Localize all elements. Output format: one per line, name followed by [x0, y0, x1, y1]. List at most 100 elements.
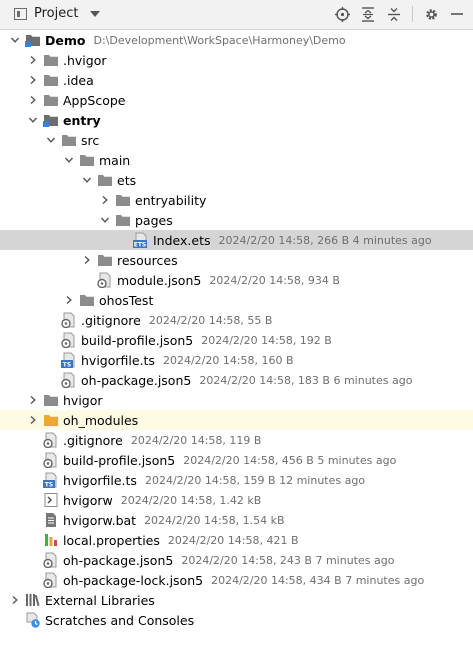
config-file-icon	[61, 312, 77, 328]
tree-item-label: pages	[135, 212, 173, 228]
chevron-right-icon[interactable]	[26, 410, 40, 430]
json-file-icon	[43, 452, 59, 468]
tree-row[interactable]: ohosTest	[0, 290, 473, 310]
tree-item-meta: 2024/2/20 14:58, 456 B 5 minutes ago	[183, 453, 397, 467]
tree-row[interactable]: Scratches and Consoles	[0, 610, 473, 630]
folder-icon	[43, 52, 59, 68]
config-file-icon	[43, 432, 59, 448]
tree-item-label: entry	[63, 112, 101, 128]
tree-row[interactable]: TS hvigorfile.ts 2024/2/20 14:58, 159 B 12…	[0, 470, 473, 490]
chevron-right-icon[interactable]	[26, 70, 40, 90]
tree-item-meta: 2024/2/20 14:58, 55 B	[148, 313, 273, 327]
excluded-folder-icon	[43, 412, 59, 428]
tree-item-label: local.properties	[63, 532, 160, 548]
tree-row[interactable]: .gitignore 2024/2/20 14:58, 55 B	[0, 310, 473, 330]
tree-item-label: main	[99, 152, 131, 168]
hide-icon[interactable]	[449, 5, 465, 23]
tree-row[interactable]: TS hvigorfile.ts 2024/2/20 14:58, 160 B	[0, 350, 473, 370]
tree-item-meta: 2024/2/20 14:58, 1.42 kB	[120, 493, 262, 507]
locate-icon[interactable]	[334, 5, 350, 23]
tree-item-label: module.json5	[117, 272, 202, 288]
tree-row[interactable]: ets	[0, 170, 473, 190]
tree-row[interactable]: hvigor	[0, 390, 473, 410]
project-toolbar: Project	[0, 0, 473, 30]
folder-icon	[43, 392, 59, 408]
folder-icon	[115, 212, 131, 228]
tree-row[interactable]: main	[0, 150, 473, 170]
chevron-down-icon[interactable]	[44, 130, 58, 150]
chevron-down-icon[interactable]	[90, 10, 101, 17]
chevron-right-icon[interactable]	[62, 290, 76, 310]
folder-icon	[115, 192, 131, 208]
json-file-icon	[97, 272, 113, 288]
tree-item-label: build-profile.json5	[63, 452, 176, 468]
tree-row[interactable]: pages	[0, 210, 473, 230]
tree-item-label: entryability	[135, 192, 207, 208]
tree-row[interactable]: External Libraries	[0, 590, 473, 610]
folder-icon	[43, 92, 59, 108]
tree-row[interactable]: oh-package.json5 2024/2/20 14:58, 243 B 7…	[0, 550, 473, 570]
shell-file-icon	[43, 492, 59, 508]
expand-all-icon[interactable]	[360, 5, 376, 23]
tree-row[interactable]: build-profile.json5 2024/2/20 14:58, 456 …	[0, 450, 473, 470]
tree-row[interactable]: local.properties 2024/2/20 14:58, 421 B	[0, 530, 473, 550]
tree-item-label: src	[81, 132, 100, 148]
chevron-down-icon[interactable]	[80, 170, 94, 190]
settings-icon[interactable]	[423, 5, 439, 23]
tree-item-label: hvigor	[63, 392, 103, 408]
chevron-right-icon[interactable]	[98, 190, 112, 210]
tree-row[interactable]: hvigorw.bat 2024/2/20 14:58, 1.54 kB	[0, 510, 473, 530]
tree-row[interactable]: .gitignore 2024/2/20 14:58, 119 B	[0, 430, 473, 450]
tree-item-meta: 2024/2/20 14:58, 934 B	[209, 273, 340, 287]
folder-icon	[61, 132, 77, 148]
chevron-right-icon[interactable]	[80, 250, 94, 270]
chevron-right-icon[interactable]	[26, 90, 40, 110]
tree-row[interactable]: build-profile.json5 2024/2/20 14:58, 192 …	[0, 330, 473, 350]
tree-item-label: hvigorfile.ts	[63, 472, 137, 488]
tree-item-label: resources	[117, 252, 178, 268]
tree-item-label: Scratches and Consoles	[45, 612, 195, 628]
tree-row[interactable]: entry	[0, 110, 473, 130]
tree-row[interactable]: entryability	[0, 190, 473, 210]
tree-item-meta: D:\Development\WorkSpace\Harmoney\Demo	[93, 33, 346, 47]
chevron-down-icon[interactable]	[98, 210, 112, 230]
tree-item-label: .idea	[63, 72, 94, 88]
json-file-icon	[43, 552, 59, 568]
json-file-icon	[61, 372, 77, 388]
tree-row[interactable]: resources	[0, 250, 473, 270]
tree-row[interactable]: oh_modules	[0, 410, 473, 430]
tree-item-label: oh_modules	[63, 412, 139, 428]
tree-row[interactable]: .hvigor	[0, 50, 473, 70]
folder-icon	[79, 292, 95, 308]
tree-item-meta: 2024/2/20 14:58, 243 B 7 minutes ago	[181, 553, 395, 567]
folder-icon	[97, 172, 113, 188]
tree-row[interactable]: Demo D:\Development\WorkSpace\Harmoney\De…	[0, 30, 473, 50]
chevron-right-icon[interactable]	[26, 390, 40, 410]
chevron-down-icon[interactable]	[62, 150, 76, 170]
tree-row[interactable]: hvigorw 2024/2/20 14:58, 1.42 kB	[0, 490, 473, 510]
svg-text:ETS: ETS	[134, 242, 147, 249]
tree-item-label: ohosTest	[99, 292, 154, 308]
tree-item-meta: 2024/2/20 14:58, 159 B 12 minutes ago	[144, 473, 366, 487]
tree-item-label: hvigorw	[63, 492, 113, 508]
tree-row[interactable]: module.json5 2024/2/20 14:58, 934 B	[0, 270, 473, 290]
chevron-down-icon[interactable]	[26, 110, 40, 130]
tree-row[interactable]: ETS Index.ets 2024/2/20 14:58, 266 B 4 min…	[0, 230, 473, 250]
chevron-right-icon[interactable]	[26, 50, 40, 70]
ets-file-icon: ETS	[133, 232, 149, 248]
chevron-right-icon[interactable]	[8, 590, 22, 610]
project-view-selector[interactable]: Project	[14, 6, 101, 21]
tree-item-label: .hvigor	[63, 52, 107, 68]
tree-row[interactable]: .idea	[0, 70, 473, 90]
module-folder-icon	[43, 112, 59, 128]
chevron-down-icon[interactable]	[8, 30, 22, 50]
libraries-icon	[25, 592, 41, 608]
tree-row[interactable]: oh-package-lock.json5 2024/2/20 14:58, 43…	[0, 570, 473, 590]
tree-item-label: External Libraries	[45, 592, 155, 608]
tree-row[interactable]: oh-package.json5 2024/2/20 14:58, 183 B 6…	[0, 370, 473, 390]
toolbar-actions	[334, 5, 465, 23]
tree-row[interactable]: src	[0, 130, 473, 150]
tree-row[interactable]: AppScope	[0, 90, 473, 110]
collapse-all-icon[interactable]	[386, 5, 402, 23]
ts-file-icon: TS	[61, 352, 77, 368]
